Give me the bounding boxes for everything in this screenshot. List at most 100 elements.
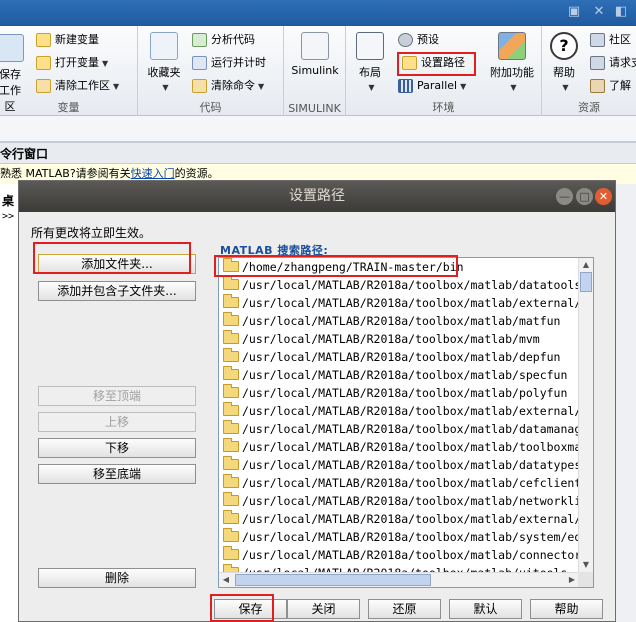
horizontal-scrollbar[interactable]: ◀ ▶ [219, 572, 579, 587]
scroll-left-icon[interactable]: ◀ [219, 573, 233, 587]
section-resources-label: 资源 [578, 101, 600, 114]
layout-button[interactable]: 布局 ▼ [350, 32, 390, 93]
request-support-button[interactable]: 请求支 [590, 53, 636, 73]
add-with-subfolders-button[interactable]: 添加并包含子文件夹... [38, 281, 196, 301]
path-row[interactable]: /usr/local/MATLAB/R2018a/toolbox/matlab/… [219, 456, 579, 474]
path-text: /usr/local/MATLAB/R2018a/toolbox/matlab/… [242, 422, 579, 436]
chevron-down-icon: ▼ [258, 82, 265, 91]
matlab-title-bar: ▣ ✕ ◧ [0, 0, 636, 26]
favorites-icon [150, 32, 178, 60]
folder-icon [223, 294, 239, 308]
folder-icon [223, 492, 239, 506]
add-folder-button[interactable]: 添加文件夹... [38, 254, 196, 274]
new-variable-icon [36, 33, 51, 47]
set-path-button[interactable]: 设置路径 [402, 53, 465, 73]
help-button-dialog[interactable]: 帮助 [530, 599, 603, 619]
minimize-icon[interactable]: — [556, 188, 573, 205]
simulink-icon [301, 32, 329, 60]
scroll-down-icon[interactable]: ▼ [579, 558, 593, 572]
default-button[interactable]: 默认 [449, 599, 522, 619]
chevron-down-icon: ▼ [368, 83, 375, 92]
path-row[interactable]: /usr/local/MATLAB/R2018a/toolbox/matlab/… [219, 366, 579, 384]
horizontal-scroll-thumb[interactable] [235, 574, 431, 586]
path-row[interactable]: /usr/local/MATLAB/R2018a/toolbox/matlab/… [219, 492, 579, 510]
path-row[interactable]: /usr/local/MATLAB/R2018a/toolbox/matlab/… [219, 510, 579, 528]
clear-commands-label: 清除命令 [211, 79, 255, 92]
path-row[interactable]: /usr/local/MATLAB/R2018a/toolbox/matlab/… [219, 474, 579, 492]
simulink-button[interactable]: Simulink [288, 32, 342, 77]
chevron-down-icon: ▼ [460, 82, 467, 91]
clear-workspace-button[interactable]: 清除工作区 ▼ [36, 76, 119, 96]
move-to-bottom-button[interactable]: 移至底端 [38, 464, 196, 484]
new-variable-label: 新建变量 [55, 33, 99, 46]
path-text: /usr/local/MATLAB/R2018a/toolbox/matlab/… [242, 278, 579, 292]
search-path-list[interactable]: /home/zhangpeng/TRAIN-master/bin/usr/loc… [218, 257, 594, 588]
close-button[interactable]: 关闭 [287, 599, 360, 619]
preferences-label: 预设 [417, 33, 439, 46]
move-to-top-button[interactable]: 移至顶端 [38, 386, 196, 406]
window-menu-icon[interactable]: ◧ [612, 3, 630, 21]
path-row[interactable]: /usr/local/MATLAB/R2018a/toolbox/matlab/… [219, 312, 579, 330]
path-text: /usr/local/MATLAB/R2018a/toolbox/matlab/… [242, 530, 579, 544]
folder-icon [223, 384, 239, 398]
path-text: /usr/local/MATLAB/R2018a/toolbox/matlab/… [242, 350, 561, 364]
parallel-button[interactable]: Parallel ▼ [398, 76, 466, 96]
folder-icon [223, 258, 239, 272]
scroll-right-icon[interactable]: ▶ [565, 573, 579, 587]
path-text: /usr/local/MATLAB/R2018a/toolbox/matlab/… [242, 296, 579, 310]
save-button[interactable]: 保存 [214, 599, 287, 619]
path-row[interactable]: /usr/local/MATLAB/R2018a/toolbox/matlab/… [219, 330, 579, 348]
folder-icon [223, 348, 239, 362]
move-up-button[interactable]: 上移 [38, 412, 196, 432]
toolstrip-ribbon: 保存 工作区 新建变量 打开变量 ▼ 清除工作区 ▼ 变量 收藏夹 ▼ 分析代码 运… [0, 26, 636, 116]
search-path-label: MATLAB 搜索路径: [220, 244, 329, 257]
open-variable-button[interactable]: 打开变量 ▼ [36, 53, 108, 73]
revert-button[interactable]: 还原 [368, 599, 441, 619]
vertical-scroll-thumb[interactable] [580, 272, 592, 292]
quickstart-link[interactable]: 快速入门 [131, 167, 175, 180]
minimize-icon[interactable]: ✕ [590, 3, 608, 21]
addons-button[interactable]: 附加功能 ▼ [486, 32, 538, 93]
scroll-up-icon[interactable]: ▲ [579, 258, 593, 272]
favorites-button[interactable]: 收藏夹 ▼ [142, 32, 186, 93]
folder-icon [223, 528, 239, 542]
new-variable-button[interactable]: 新建变量 [36, 30, 99, 50]
path-row[interactable]: /usr/local/MATLAB/R2018a/toolbox/matlab/… [219, 528, 579, 546]
community-icon [590, 33, 605, 47]
path-row[interactable]: /usr/local/MATLAB/R2018a/toolbox/matlab/… [219, 438, 579, 456]
vertical-scrollbar[interactable]: ▲ ▼ [578, 258, 593, 572]
path-text: /usr/local/MATLAB/R2018a/toolbox/matlab/… [242, 404, 579, 418]
chevron-down-icon: ▼ [102, 59, 109, 68]
help-button[interactable]: ? 帮助 ▼ [546, 32, 582, 93]
path-row[interactable]: /usr/local/MATLAB/R2018a/toolbox/matlab/… [219, 420, 579, 438]
support-icon [590, 56, 605, 70]
analyze-code-button[interactable]: 分析代码 [192, 30, 255, 50]
gear-icon [398, 33, 413, 47]
path-row[interactable]: /usr/local/MATLAB/R2018a/toolbox/matlab/… [219, 276, 579, 294]
run-and-time-button[interactable]: 运行并计时 [192, 53, 266, 73]
chevron-down-icon: ▼ [510, 83, 517, 92]
layout-label: 布局 [359, 66, 381, 79]
dialog-note: 所有更改将立即生效。 [31, 226, 152, 240]
save-icon[interactable]: ▣ [565, 3, 583, 21]
close-icon[interactable]: ✕ [595, 188, 612, 205]
path-row[interactable]: /usr/local/MATLAB/R2018a/toolbox/matlab/… [219, 348, 579, 366]
favorites-label: 收藏夹 [147, 66, 181, 79]
community-button[interactable]: 社区 [590, 30, 631, 50]
move-down-button[interactable]: 下移 [38, 438, 196, 458]
path-row[interactable]: /usr/local/MATLAB/R2018a/toolbox/matlab/… [219, 402, 579, 420]
path-row[interactable]: /usr/local/MATLAB/R2018a/toolbox/matlab/… [219, 384, 579, 402]
learn-button[interactable]: 了解 [590, 76, 631, 96]
command-window-body[interactable]: 桌 >> [0, 184, 18, 622]
chevron-down-icon: ▼ [562, 83, 569, 92]
clear-commands-button[interactable]: 清除命令 ▼ [192, 76, 264, 96]
remove-button[interactable]: 删除 [38, 568, 196, 588]
path-row[interactable]: /usr/local/MATLAB/R2018a/toolbox/matlab/… [219, 564, 579, 572]
path-row[interactable]: /home/zhangpeng/TRAIN-master/bin [219, 258, 579, 276]
maximize-icon[interactable]: □ [576, 188, 593, 205]
community-label: 社区 [609, 33, 631, 46]
path-row[interactable]: /usr/local/MATLAB/R2018a/toolbox/matlab/… [219, 546, 579, 564]
dialog-title: 设置路径 [289, 188, 345, 204]
preferences-button[interactable]: 预设 [398, 30, 439, 50]
path-row[interactable]: /usr/local/MATLAB/R2018a/toolbox/matlab/… [219, 294, 579, 312]
